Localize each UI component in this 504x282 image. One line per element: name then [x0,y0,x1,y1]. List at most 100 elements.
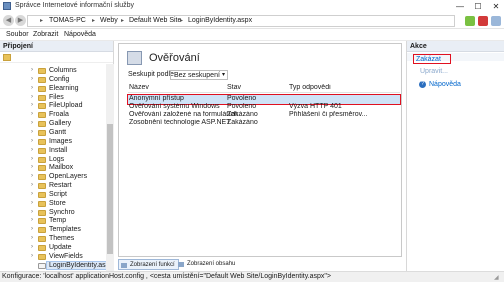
tree-item[interactable]: › Update [0,244,106,253]
expand-arrow-icon[interactable]: › [31,147,33,153]
tree-item[interactable]: LoginByIdentity.aspx [0,260,106,271]
expand-arrow-icon[interactable]: › [31,120,33,126]
refresh-icon[interactable] [465,16,475,26]
tree-item[interactable]: › ViewFields [0,253,106,262]
expand-arrow-icon[interactable]: › [31,191,33,197]
expand-arrow-icon[interactable]: › [31,235,33,241]
window-title: Správce Internetové informační služby [15,2,135,9]
breadcrumb-item-sites[interactable]: Weby [100,17,118,24]
expand-arrow-icon[interactable]: › [31,253,33,259]
tree-item[interactable]: › Mailbox [0,164,106,173]
tree-item[interactable]: › Gallery [0,120,106,129]
tree-item[interactable]: › Elearning [0,85,106,94]
back-button[interactable]: ◀ [3,15,14,26]
tree-item[interactable]: › Images [0,138,106,147]
expand-arrow-icon[interactable]: › [31,164,33,170]
chevron-down-icon: ▾ [221,72,225,78]
expand-arrow-icon[interactable]: › [31,102,33,108]
expand-arrow-icon[interactable]: › [31,129,33,135]
tree-item[interactable]: › Templates [0,226,106,235]
menu-view[interactable]: Zobrazit [33,31,58,38]
cell-name: Ověřování založené na formulářích [129,111,238,118]
expand-arrow-icon[interactable]: › [31,217,33,223]
feature-frame: Ověřování Seskupit podle: Bez seskupení … [118,43,402,257]
tree-item[interactable]: › Script [0,191,106,200]
folder-icon [38,129,46,136]
expand-arrow-icon[interactable]: › [31,200,33,206]
breadcrumb-separator: ▸ [180,18,184,24]
breadcrumb-item-site[interactable]: Default Web Site [129,17,181,24]
expand-arrow-icon[interactable]: › [31,94,33,100]
home-icon[interactable] [491,16,501,26]
tree-item[interactable]: › Logs [0,156,106,165]
folder-icon [38,200,46,207]
tree-item-label: Logs [49,155,65,163]
expand-arrow-icon[interactable]: › [31,67,33,73]
help-action-link[interactable]: Nápověda [429,81,461,88]
connect-icon[interactable] [3,54,11,61]
tree-item-label: Mailbox [49,164,74,172]
maximize-button[interactable]: ☐ [469,0,487,13]
folder-icon [38,103,46,110]
expand-arrow-icon[interactable]: › [31,156,33,162]
column-header-name[interactable]: Název [129,84,149,91]
folder-icon [38,183,46,190]
highlight-box [413,54,451,64]
menu-help[interactable]: Nápověda [64,31,96,38]
tree-item[interactable]: › Themes [0,235,106,244]
minimize-button[interactable]: — [451,0,469,13]
tree-item[interactable]: › FileUpload [0,102,106,111]
tree-item-label: Elearning [49,84,79,92]
tree-item-label: Froala [49,111,69,119]
tab-content-view[interactable]: Zobrazení obsahu [176,259,238,270]
tree-item[interactable]: › Columns [0,67,106,76]
menu-file[interactable]: Soubor [6,31,29,38]
group-by-value: Bez seskupení [174,72,220,79]
breadcrumb-separator: ▸ [121,18,125,24]
column-header-status[interactable]: Stav [227,84,241,91]
breadcrumb-item-file[interactable]: LoginByIdentity.aspx [188,17,252,24]
tree-item[interactable]: › Install [0,147,106,156]
expand-arrow-icon[interactable]: › [31,138,33,144]
edit-action-link[interactable]: Upravit... [420,68,448,75]
tree-item[interactable]: › Gantt [0,129,106,138]
tree-item[interactable]: › Config [0,76,106,85]
tree-item[interactable]: › Synchro [0,209,106,218]
cell-status: Povoleno [227,95,257,102]
forward-button[interactable]: ▶ [15,15,26,26]
tree-scrollbar[interactable] [106,64,114,271]
expand-arrow-icon[interactable]: › [31,182,33,188]
expand-arrow-icon[interactable]: › [31,226,33,232]
cell-status: Zakázáno [227,119,258,126]
expand-arrow-icon[interactable]: › [31,173,33,179]
tree-item[interactable]: › Froala [0,111,106,120]
folder-icon [38,112,46,119]
expand-arrow-icon[interactable]: › [31,111,33,117]
tree-item[interactable]: › Temp [0,217,106,226]
column-header-response-type[interactable]: Typ odpovědi [289,84,331,91]
tree-item[interactable]: › Restart [0,182,106,191]
resize-grip-icon[interactable]: ◢ [494,274,502,282]
tree-item[interactable]: › OpenLayers [0,173,106,182]
expand-arrow-icon[interactable]: › [31,209,33,215]
stop-icon[interactable] [478,16,488,26]
expand-arrow-icon[interactable]: › [31,85,33,91]
cell-name: Anonymní přístup [129,95,184,102]
tree-item-label: Store [49,199,66,207]
tab-features-view[interactable]: Zobrazení funkcí [118,259,179,270]
tree-item-label: Install [49,146,68,154]
tree-item[interactable]: › Files [0,94,106,103]
actions-panel: Akce Zakázat Upravit... ? Nápověda [406,41,504,271]
breadcrumb[interactable]: ▸ TOMAS-PC ▸ Weby ▸ Default Web Site ▸ L… [27,15,455,27]
disable-action-link[interactable]: Zakázat [413,54,451,64]
expand-arrow-icon[interactable]: › [31,244,33,250]
connections-header: Připojení [0,41,113,52]
table-row[interactable]: Zosobnění technologie ASP.NET Zakázáno [128,119,400,128]
breadcrumb-item-server[interactable]: TOMAS-PC [49,17,86,24]
tree-item[interactable]: › Store [0,200,106,209]
group-by-select[interactable]: Bez seskupení ▾ [170,70,228,80]
scrollbar-thumb[interactable] [107,124,113,254]
expand-arrow-icon[interactable]: › [31,76,33,82]
close-button[interactable]: ✕ [487,0,504,13]
view-tabs: Zobrazení funkcí Zobrazení obsahu [118,259,402,270]
